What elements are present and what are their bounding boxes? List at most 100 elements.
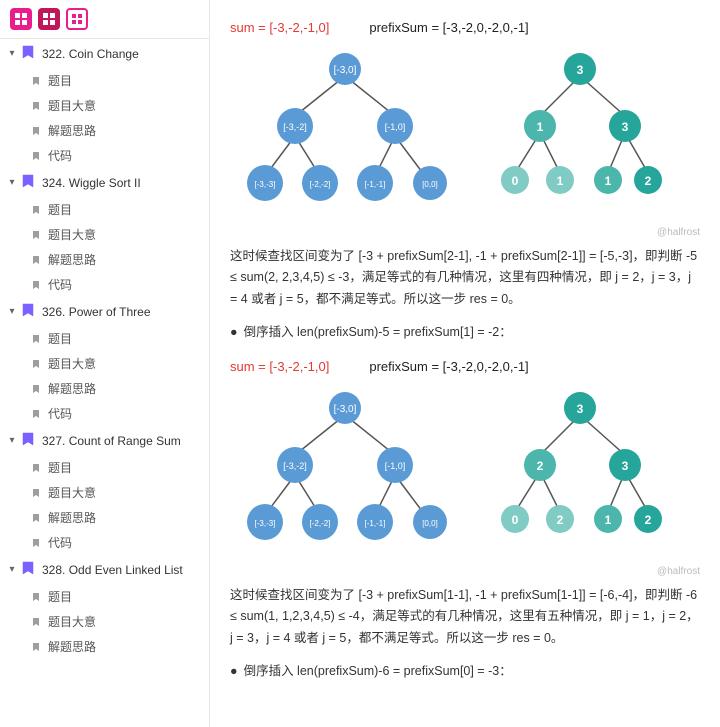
watermark-1: @halfrost [230, 227, 700, 238]
main-content: sum = [-3,-2,-1,0] prefixSum = [-3,-2,0,… [210, 0, 720, 727]
sub-item-324-3[interactable]: 代码 [24, 272, 209, 297]
svg-text:[-2,-2]: [-2,-2] [310, 180, 331, 189]
section-328-subitems: 题目 题目大意 解题思路 [0, 584, 209, 659]
svg-text:[-1,-1]: [-1,-1] [365, 180, 386, 189]
section-322-title: 322. Coin Change [42, 47, 139, 61]
sidebar-header [0, 0, 209, 39]
tree-left-2: [-3,0] [-3,-2] [-1,0] [-3,-3] [-2,-2] [-… [230, 390, 460, 550]
svg-text:3: 3 [622, 459, 629, 473]
sub-item-322-1[interactable]: 题目大意 [24, 93, 209, 118]
svg-text:0: 0 [512, 174, 519, 188]
svg-text:1: 1 [605, 513, 612, 527]
bullet-block-2: ● 倒序插入 len(prefixSum)-6 = prefixSum[0] =… [230, 661, 700, 682]
formula-sum-2: sum = [-3,-2,-1,0] [230, 359, 329, 374]
section-324-subitems: 题目 题目大意 解题思路 代码 [0, 197, 209, 297]
section-327-subitems: 题目 题目大意 解题思路 代码 [0, 455, 209, 555]
sub-item-326-1[interactable]: 题目大意 [24, 351, 209, 376]
svg-text:[-3,-3]: [-3,-3] [255, 519, 276, 528]
formula-prefix-2: prefixSum = [-3,-2,0,-2,0,-1] [369, 359, 528, 374]
section-328-header[interactable]: ▾ 328. Odd Even Linked List [0, 555, 209, 584]
section-326: ▾ 326. Power of Three 题目 题目大意 解题思路 代码 [0, 297, 209, 426]
svg-text:2: 2 [645, 513, 652, 527]
sub-item-327-2[interactable]: 解题思路 [24, 505, 209, 530]
bullet-dot-2: ● [230, 661, 238, 682]
collapse-icon-324: ▾ [6, 177, 18, 189]
svg-text:[-3,-2]: [-3,-2] [283, 122, 307, 132]
sub-item-324-2[interactable]: 解题思路 [24, 247, 209, 272]
section-327: ▾ 327. Count of Range Sum 题目 题目大意 解题思路 代… [0, 426, 209, 555]
svg-text:1: 1 [537, 120, 544, 134]
collapse-icon-322: ▾ [6, 48, 18, 60]
svg-text:0: 0 [512, 513, 519, 527]
sub-item-327-0[interactable]: 题目 [24, 455, 209, 480]
section-326-subitems: 题目 题目大意 解题思路 代码 [0, 326, 209, 426]
svg-text:[-1,-1]: [-1,-1] [365, 519, 386, 528]
sub-item-328-0[interactable]: 题目 [24, 584, 209, 609]
collapse-icon-327: ▾ [6, 435, 18, 447]
tree-right-2: 3 2 3 0 2 1 2 [490, 390, 670, 550]
sub-item-328-1[interactable]: 题目大意 [24, 609, 209, 634]
svg-text:[-3,0]: [-3,0] [334, 404, 357, 415]
sub-item-322-2[interactable]: 解题思路 [24, 118, 209, 143]
sub-item-326-0[interactable]: 题目 [24, 326, 209, 351]
tree-right-1: 3 1 3 0 1 1 2 [490, 51, 670, 211]
formula-line-1: sum = [-3,-2,-1,0] prefixSum = [-3,-2,0,… [230, 20, 700, 35]
formula-prefix-1: prefixSum = [-3,-2,0,-2,0,-1] [369, 20, 528, 35]
svg-text:3: 3 [622, 120, 629, 134]
svg-text:3: 3 [577, 402, 584, 416]
sub-item-328-2[interactable]: 解题思路 [24, 634, 209, 659]
sub-item-322-3[interactable]: 代码 [24, 143, 209, 168]
tree-section-2: [-3,0] [-3,-2] [-1,0] [-3,-3] [-2,-2] [-… [230, 390, 700, 550]
collapse-icon-328: ▾ [6, 564, 18, 576]
bullet-text-1: 倒序插入 len(prefixSum)-5 = prefixSum[1] = -… [244, 322, 512, 343]
section-322-subitems: 题目 题目大意 解题思路 代码 [0, 68, 209, 168]
svg-text:[-3,-3]: [-3,-3] [255, 180, 276, 189]
section-324-header[interactable]: ▾ 324. Wiggle Sort II [0, 168, 209, 197]
svg-text:2: 2 [557, 513, 564, 527]
svg-text:3: 3 [577, 63, 584, 77]
tree-section-1: [-3,0] [-3,-2] [-1,0] [-3,-3] [-2,-2] [-… [230, 51, 700, 211]
section-324: ▾ 324. Wiggle Sort II 题目 题目大意 解题思路 代码 [0, 168, 209, 297]
svg-text:[0,0]: [0,0] [422, 180, 438, 189]
svg-text:[-1,0]: [-1,0] [385, 461, 406, 471]
svg-text:[0,0]: [0,0] [422, 519, 438, 528]
section-324-title: 324. Wiggle Sort II [42, 176, 141, 190]
bullet-text-2: 倒序插入 len(prefixSum)-6 = prefixSum[0] = -… [244, 661, 512, 682]
section-327-title: 327. Count of Range Sum [42, 434, 181, 448]
bullet-dot-1: ● [230, 322, 238, 343]
formula-sum-1: sum = [-3,-2,-1,0] [230, 20, 329, 35]
svg-text:[-3,-2]: [-3,-2] [283, 461, 307, 471]
sub-item-326-3[interactable]: 代码 [24, 401, 209, 426]
sidebar: ▾ 322. Coin Change 题目 题目大意 解题思路 代码 [0, 0, 210, 727]
sidebar-icon-2 [38, 8, 60, 30]
tree-left-1: [-3,0] [-3,-2] [-1,0] [-3,-3] [-2,-2] [-… [230, 51, 460, 211]
sidebar-icon-3 [66, 8, 88, 30]
section-322-header[interactable]: ▾ 322. Coin Change [0, 39, 209, 68]
section-328: ▾ 328. Odd Even Linked List 题目 题目大意 解题思路 [0, 555, 209, 659]
svg-text:1: 1 [557, 174, 564, 188]
svg-text:2: 2 [645, 174, 652, 188]
section-327-header[interactable]: ▾ 327. Count of Range Sum [0, 426, 209, 455]
watermark-2: @halfrost [230, 566, 700, 577]
text-block-1: 这时候查找区间变为了 [-3 + prefixSum[2-1], -1 + pr… [230, 246, 700, 310]
sub-item-326-2[interactable]: 解题思路 [24, 376, 209, 401]
collapse-icon-326: ▾ [6, 306, 18, 318]
sub-item-324-1[interactable]: 题目大意 [24, 222, 209, 247]
sub-item-327-3[interactable]: 代码 [24, 530, 209, 555]
sub-item-322-0[interactable]: 题目 [24, 68, 209, 93]
svg-text:2: 2 [537, 459, 544, 473]
svg-text:[-2,-2]: [-2,-2] [310, 519, 331, 528]
section-326-title: 326. Power of Three [42, 305, 151, 319]
svg-text:[-1,0]: [-1,0] [385, 122, 406, 132]
section-328-title: 328. Odd Even Linked List [42, 563, 183, 577]
text-block-2: 这时候查找区间变为了 [-3 + prefixSum[1-1], -1 + pr… [230, 585, 700, 649]
bullet-block-1: ● 倒序插入 len(prefixSum)-5 = prefixSum[1] =… [230, 322, 700, 343]
svg-text:[-3,0]: [-3,0] [334, 65, 357, 76]
formula-line-2: sum = [-3,-2,-1,0] prefixSum = [-3,-2,0,… [230, 359, 700, 374]
section-322: ▾ 322. Coin Change 题目 题目大意 解题思路 代码 [0, 39, 209, 168]
sub-item-324-0[interactable]: 题目 [24, 197, 209, 222]
svg-text:1: 1 [605, 174, 612, 188]
section-326-header[interactable]: ▾ 326. Power of Three [0, 297, 209, 326]
sidebar-icon-1 [10, 8, 32, 30]
sub-item-327-1[interactable]: 题目大意 [24, 480, 209, 505]
